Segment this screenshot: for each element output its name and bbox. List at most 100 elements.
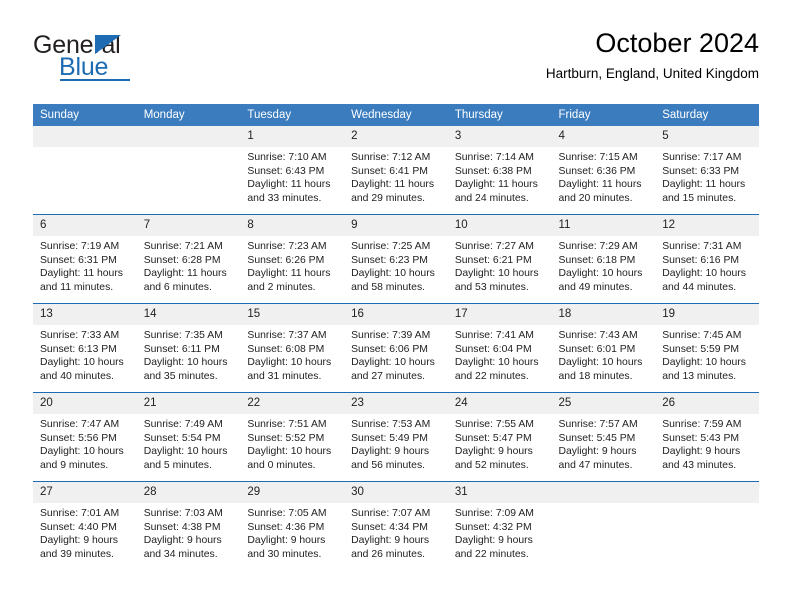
- calendar-day-cell-empty: [33, 126, 137, 215]
- weekday-header-tuesday: Tuesday: [240, 104, 345, 126]
- daylight-duration-line1: Daylight: 10 hours: [558, 357, 643, 369]
- daylight-duration-line2: and 15 minutes.: [662, 192, 737, 204]
- day-cell-inner: [33, 126, 137, 214]
- sunrise-time: Sunrise: 7:25 AM: [351, 241, 431, 252]
- weekday-header-friday: Friday: [551, 104, 656, 126]
- daylight-duration-line1: Daylight: 9 hours: [40, 535, 118, 547]
- daylight-duration-line1: Daylight: 10 hours: [662, 357, 746, 369]
- day-number: 1: [240, 126, 345, 147]
- calendar-day-cell[interactable]: 16 Sunrise: 7:39 AM Sunset: 6:06 PM Dayligh…: [344, 303, 448, 393]
- daylight-duration-line1: Daylight: 11 hours: [143, 268, 227, 280]
- day-cell-inner: 7 Sunrise: 7:21 AM Sunset: 6:28 PM Daylight…: [136, 215, 241, 303]
- sunset-time: Sunset: 6:04 PM: [454, 343, 532, 355]
- calendar-day-cell[interactable]: 2 Sunrise: 7:12 AM Sunset: 6:41 PM Daylight…: [344, 126, 448, 215]
- calendar-week-row: 20 Sunrise: 7:47 AM Sunset: 5:56 PM Dayligh…: [33, 392, 759, 482]
- calendar-day-cell[interactable]: 15 Sunrise: 7:37 AM Sunset: 6:08 PM Dayligh…: [240, 303, 345, 393]
- day-cell-inner: 9 Sunrise: 7:25 AM Sunset: 6:23 PM Daylight…: [344, 215, 448, 303]
- sunrise-time: Sunrise: 7:37 AM: [247, 330, 327, 341]
- day-cell-inner: 5 Sunrise: 7:17 AM Sunset: 6:33 PM Daylight…: [655, 126, 759, 214]
- day-number: 19: [655, 304, 759, 325]
- day-number: 27: [33, 482, 137, 503]
- daylight-duration-line1: Daylight: 11 hours: [351, 179, 435, 191]
- weekday-header-saturday: Saturday: [655, 104, 759, 126]
- day-number: 9: [344, 215, 448, 236]
- calendar-day-cell[interactable]: 17 Sunrise: 7:41 AM Sunset: 6:04 PM Dayligh…: [447, 303, 552, 393]
- calendar-day-cell[interactable]: 14 Sunrise: 7:35 AM Sunset: 6:11 PM Dayligh…: [136, 303, 241, 393]
- calendar-body: 1 Sunrise: 7:10 AM Sunset: 6:43 PM Daylight…: [33, 126, 759, 570]
- calendar-day-cell[interactable]: 31 Sunrise: 7:09 AM Sunset: 4:32 PM Dayligh…: [447, 481, 552, 570]
- day-number: 25: [551, 393, 656, 414]
- daylight-duration-line1: Daylight: 10 hours: [143, 446, 228, 458]
- calendar-day-cell[interactable]: 22 Sunrise: 7:51 AM Sunset: 5:52 PM Dayligh…: [240, 392, 345, 482]
- calendar-day-cell[interactable]: 10 Sunrise: 7:27 AM Sunset: 6:21 PM Dayligh…: [447, 214, 552, 304]
- calendar-day-cell[interactable]: 11 Sunrise: 7:29 AM Sunset: 6:18 PM Dayligh…: [551, 214, 656, 304]
- sunrise-time: Sunrise: 7:09 AM: [454, 508, 534, 519]
- weekday-header-wednesday: Wednesday: [344, 104, 448, 126]
- calendar-day-cell[interactable]: 29 Sunrise: 7:05 AM Sunset: 4:36 PM Dayligh…: [240, 481, 345, 570]
- daylight-duration-line2: and 29 minutes.: [351, 192, 426, 204]
- daylight-duration-line1: Daylight: 9 hours: [351, 446, 430, 458]
- sunrise-time: Sunrise: 7:43 AM: [558, 330, 638, 341]
- calendar-day-cell[interactable]: 12 Sunrise: 7:31 AM Sunset: 6:16 PM Dayligh…: [655, 214, 759, 304]
- calendar-day-cell[interactable]: 8 Sunrise: 7:23 AM Sunset: 6:26 PM Daylight…: [240, 214, 345, 304]
- day-number: [136, 126, 241, 147]
- sun-info: Sunrise: 7:12 AM Sunset: 6:41 PM Daylight:…: [344, 147, 448, 205]
- sun-info: Sunrise: 7:35 AM Sunset: 6:11 PM Daylight:…: [137, 325, 241, 383]
- calendar-day-cell[interactable]: 23 Sunrise: 7:53 AM Sunset: 5:49 PM Dayligh…: [344, 392, 448, 482]
- calendar-day-cell[interactable]: 19 Sunrise: 7:45 AM Sunset: 5:59 PM Dayligh…: [655, 303, 759, 393]
- daylight-duration-line1: Daylight: 10 hours: [454, 357, 539, 369]
- calendar-day-cell[interactable]: 26 Sunrise: 7:59 AM Sunset: 5:43 PM Dayligh…: [655, 392, 759, 482]
- calendar-grid: Sunday Monday Tuesday Wednesday Thursday Frid…: [33, 104, 759, 570]
- calendar-day-cell[interactable]: 24 Sunrise: 7:55 AM Sunset: 5:47 PM Dayligh…: [447, 392, 552, 482]
- calendar-day-cell[interactable]: 20 Sunrise: 7:47 AM Sunset: 5:56 PM Dayligh…: [33, 392, 137, 482]
- daylight-duration-line1: Daylight: 10 hours: [40, 357, 124, 369]
- calendar-day-cell[interactable]: 28 Sunrise: 7:03 AM Sunset: 4:38 PM Dayligh…: [136, 481, 241, 570]
- calendar-day-cell[interactable]: 30 Sunrise: 7:07 AM Sunset: 4:34 PM Dayligh…: [344, 481, 448, 570]
- calendar-day-cell[interactable]: 13 Sunrise: 7:33 AM Sunset: 6:13 PM Dayligh…: [33, 303, 137, 393]
- day-number: 6: [33, 215, 137, 236]
- sunset-time: Sunset: 6:13 PM: [40, 343, 117, 355]
- calendar-day-cell[interactable]: 1 Sunrise: 7:10 AM Sunset: 6:43 PM Daylight…: [240, 126, 345, 215]
- calendar-day-cell[interactable]: 9 Sunrise: 7:25 AM Sunset: 6:23 PM Daylight…: [344, 214, 448, 304]
- sun-info: Sunrise: 7:07 AM Sunset: 4:34 PM Daylight:…: [344, 503, 448, 561]
- sunset-time: Sunset: 6:21 PM: [454, 254, 532, 266]
- calendar-day-cell[interactable]: 18 Sunrise: 7:43 AM Sunset: 6:01 PM Dayligh…: [551, 303, 656, 393]
- day-cell-inner: 26 Sunrise: 7:59 AM Sunset: 5:43 PM Dayligh…: [655, 393, 759, 481]
- sunset-time: Sunset: 4:34 PM: [351, 521, 428, 533]
- sunrise-time: Sunrise: 7:27 AM: [454, 241, 534, 252]
- calendar-week-row: 6 Sunrise: 7:19 AM Sunset: 6:31 PM Daylight…: [33, 214, 759, 304]
- daylight-duration-line2: and 49 minutes.: [558, 281, 633, 293]
- day-number: 30: [344, 482, 448, 503]
- sunset-time: Sunset: 5:59 PM: [662, 343, 740, 355]
- sun-info: Sunrise: 7:29 AM Sunset: 6:18 PM Daylight:…: [552, 236, 656, 294]
- daylight-duration-line2: and 34 minutes.: [143, 548, 218, 560]
- day-cell-inner: 18 Sunrise: 7:43 AM Sunset: 6:01 PM Dayligh…: [551, 304, 656, 392]
- calendar-day-cell[interactable]: 25 Sunrise: 7:57 AM Sunset: 5:45 PM Dayligh…: [551, 392, 656, 482]
- sunset-time: Sunset: 4:32 PM: [454, 521, 532, 533]
- day-cell-inner: 13 Sunrise: 7:33 AM Sunset: 6:13 PM Dayligh…: [33, 304, 137, 392]
- sunset-time: Sunset: 6:06 PM: [351, 343, 428, 355]
- calendar-day-cell[interactable]: 3 Sunrise: 7:14 AM Sunset: 6:38 PM Daylight…: [447, 126, 552, 215]
- sunrise-time: Sunrise: 7:29 AM: [558, 241, 638, 252]
- day-number: 26: [655, 393, 759, 414]
- calendar-day-cell[interactable]: 4 Sunrise: 7:15 AM Sunset: 6:36 PM Daylight…: [551, 126, 656, 215]
- calendar-day-cell[interactable]: 27 Sunrise: 7:01 AM Sunset: 4:40 PM Dayligh…: [33, 481, 137, 570]
- daylight-duration-line1: Daylight: 9 hours: [454, 446, 533, 458]
- calendar-day-cell[interactable]: 21 Sunrise: 7:49 AM Sunset: 5:54 PM Dayligh…: [136, 392, 241, 482]
- sunset-time: Sunset: 5:47 PM: [454, 432, 532, 444]
- calendar-day-cell[interactable]: 5 Sunrise: 7:17 AM Sunset: 6:33 PM Daylight…: [655, 126, 759, 215]
- calendar-day-cell[interactable]: 6 Sunrise: 7:19 AM Sunset: 6:31 PM Daylight…: [33, 214, 137, 304]
- day-number: 31: [447, 482, 552, 503]
- day-number: 10: [447, 215, 552, 236]
- weekday-header-sunday: Sunday: [33, 104, 137, 126]
- daylight-duration-line2: and 58 minutes.: [351, 281, 426, 293]
- day-number: 21: [136, 393, 241, 414]
- day-cell-inner: 6 Sunrise: 7:19 AM Sunset: 6:31 PM Daylight…: [33, 215, 137, 303]
- day-number: [655, 482, 759, 503]
- day-cell-inner: [551, 482, 656, 570]
- sunrise-time: Sunrise: 7:57 AM: [558, 419, 638, 430]
- calendar-day-cell[interactable]: 7 Sunrise: 7:21 AM Sunset: 6:28 PM Daylight…: [136, 214, 241, 304]
- sun-info: Sunrise: 7:53 AM Sunset: 5:49 PM Daylight:…: [344, 414, 448, 472]
- day-cell-inner: 25 Sunrise: 7:57 AM Sunset: 5:45 PM Dayligh…: [551, 393, 656, 481]
- day-number: 15: [240, 304, 345, 325]
